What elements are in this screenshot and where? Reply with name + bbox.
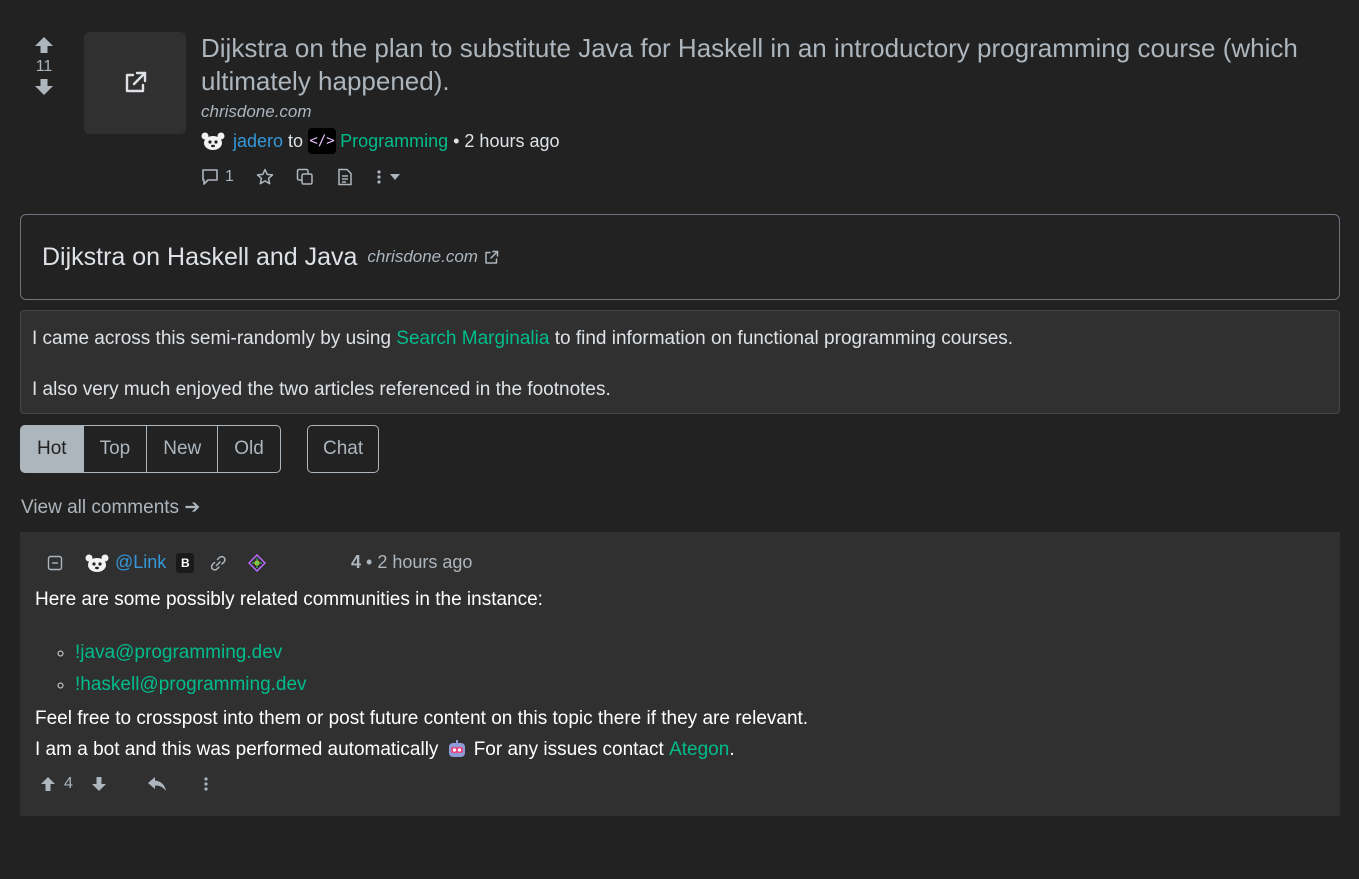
view-all-comments-link[interactable]: View all comments ➔ <box>21 496 200 519</box>
haskell-community-link[interactable]: !haskell@programming.dev <box>75 674 307 695</box>
post-vote-column: 11 <box>33 36 55 96</box>
comment-time: 2 hours ago <box>377 552 473 572</box>
user-avatar-icon <box>201 131 225 151</box>
sort-old-button[interactable]: Old <box>218 425 281 473</box>
crosspost-button[interactable] <box>296 168 314 186</box>
ategon-link[interactable]: Ategon <box>669 734 729 765</box>
star-icon <box>256 168 274 186</box>
save-button[interactable] <box>256 168 274 186</box>
link-card-domain-text: chrisdone.com <box>367 247 478 266</box>
comment-intro: Here are some possibly related communiti… <box>35 589 543 610</box>
comment: @Link B 4 • 2 hours ago Here are some po… <box>20 532 1340 816</box>
post-author-link[interactable]: jadero <box>233 131 283 152</box>
upvote-icon <box>40 776 56 792</box>
search-marginalia-link[interactable]: Search Marginalia <box>396 328 549 349</box>
comment-more-button[interactable] <box>203 775 209 793</box>
comment-author-link[interactable]: @Link <box>115 552 166 573</box>
upvote-icon[interactable] <box>34 36 54 54</box>
robot-icon <box>446 739 468 761</box>
reply-button[interactable] <box>147 776 167 792</box>
collapse-icon[interactable] <box>47 555 63 571</box>
community-link[interactable]: Programming <box>340 131 448 152</box>
link-card: Dijkstra on Haskell and Java chrisdone.c… <box>20 214 1340 300</box>
comment-count: 1 <box>225 168 234 185</box>
post-byline: jadero to </> Programming • 2 hours ago <box>201 128 1331 154</box>
comment-text: I am a bot and this was performed automa… <box>35 739 439 760</box>
post-body-paragraph: I also very much enjoyed the two article… <box>32 379 611 400</box>
link-card-title[interactable]: Dijkstra on Haskell and Java <box>42 243 357 272</box>
document-icon <box>336 168 354 186</box>
body-text: I came across this semi-randomly by usin… <box>32 328 397 349</box>
comment-text: For any issues contact <box>468 739 670 760</box>
comment-downvote-button[interactable] <box>91 776 107 792</box>
body-text: to find information on functional progra… <box>549 328 1014 349</box>
caret-down-icon <box>389 174 400 180</box>
post-body: I came across this semi-randomly by usin… <box>20 310 1340 414</box>
post-time: 2 hours ago <box>464 130 560 151</box>
user-avatar-icon <box>85 553 109 573</box>
post-actions: 1 <box>201 168 1331 186</box>
dots-vertical-icon <box>376 168 382 186</box>
comment-upvote-button[interactable]: 4 <box>40 775 73 793</box>
comment-actions: 4 <box>40 775 227 793</box>
sort-top-button[interactable]: Top <box>83 425 148 473</box>
community-list: !java@programming.dev !haskell@programmi… <box>75 637 1325 701</box>
byline-to: to <box>288 130 304 151</box>
dots-vertical-icon <box>203 775 209 793</box>
external-link-icon <box>122 70 148 96</box>
post-title[interactable]: Dijkstra on the plan to substitute Java … <box>201 32 1331 98</box>
community-icon: </> <box>308 128 337 154</box>
copy-icon <box>296 168 314 186</box>
post-info: Dijkstra on the plan to substitute Java … <box>201 32 1331 186</box>
post-thumbnail-link[interactable] <box>84 32 186 134</box>
list-item: !haskell@programming.dev <box>75 669 1325 701</box>
post-body-paragraph: I came across this semi-randomly by usin… <box>32 326 1328 351</box>
byline-separator: • <box>453 130 460 151</box>
comment-score-time: 4 • 2 hours ago <box>351 552 472 573</box>
bot-badge: B <box>176 552 195 573</box>
link-icon[interactable] <box>208 555 228 571</box>
link-card-domain[interactable]: chrisdone.com <box>367 247 499 267</box>
instance-icon <box>248 553 267 572</box>
comment-text: . <box>729 739 735 760</box>
comment-separator: • <box>366 552 373 572</box>
comment-upvote-count: 4 <box>64 775 73 792</box>
more-options-button[interactable] <box>376 168 400 186</box>
external-link-icon <box>484 250 499 265</box>
comment-icon <box>201 168 219 186</box>
sort-new-button[interactable]: New <box>147 425 219 473</box>
post-domain: chrisdone.com <box>201 102 312 121</box>
comments-button[interactable]: 1 <box>201 168 234 186</box>
comment-line: Feel free to crosspost into them or post… <box>35 708 809 729</box>
sort-hot-button[interactable]: Hot <box>20 425 84 473</box>
java-community-link[interactable]: !java@programming.dev <box>75 642 282 663</box>
comment-score: 4 <box>351 552 362 572</box>
downvote-icon[interactable] <box>34 78 54 96</box>
chat-view-button[interactable]: Chat <box>307 425 380 473</box>
comment-body: Here are some possibly related communiti… <box>35 587 1325 765</box>
comment-line: I am a bot and this was performed automa… <box>35 734 1325 765</box>
comment-sort-group: Hot Top New Old <box>20 425 281 473</box>
reply-icon <box>147 776 167 792</box>
post-score: 11 <box>35 58 53 75</box>
downvote-icon <box>91 776 107 792</box>
list-item: !java@programming.dev <box>75 637 1325 669</box>
view-source-button[interactable] <box>336 168 354 186</box>
comment-header: @Link B <box>47 552 267 573</box>
